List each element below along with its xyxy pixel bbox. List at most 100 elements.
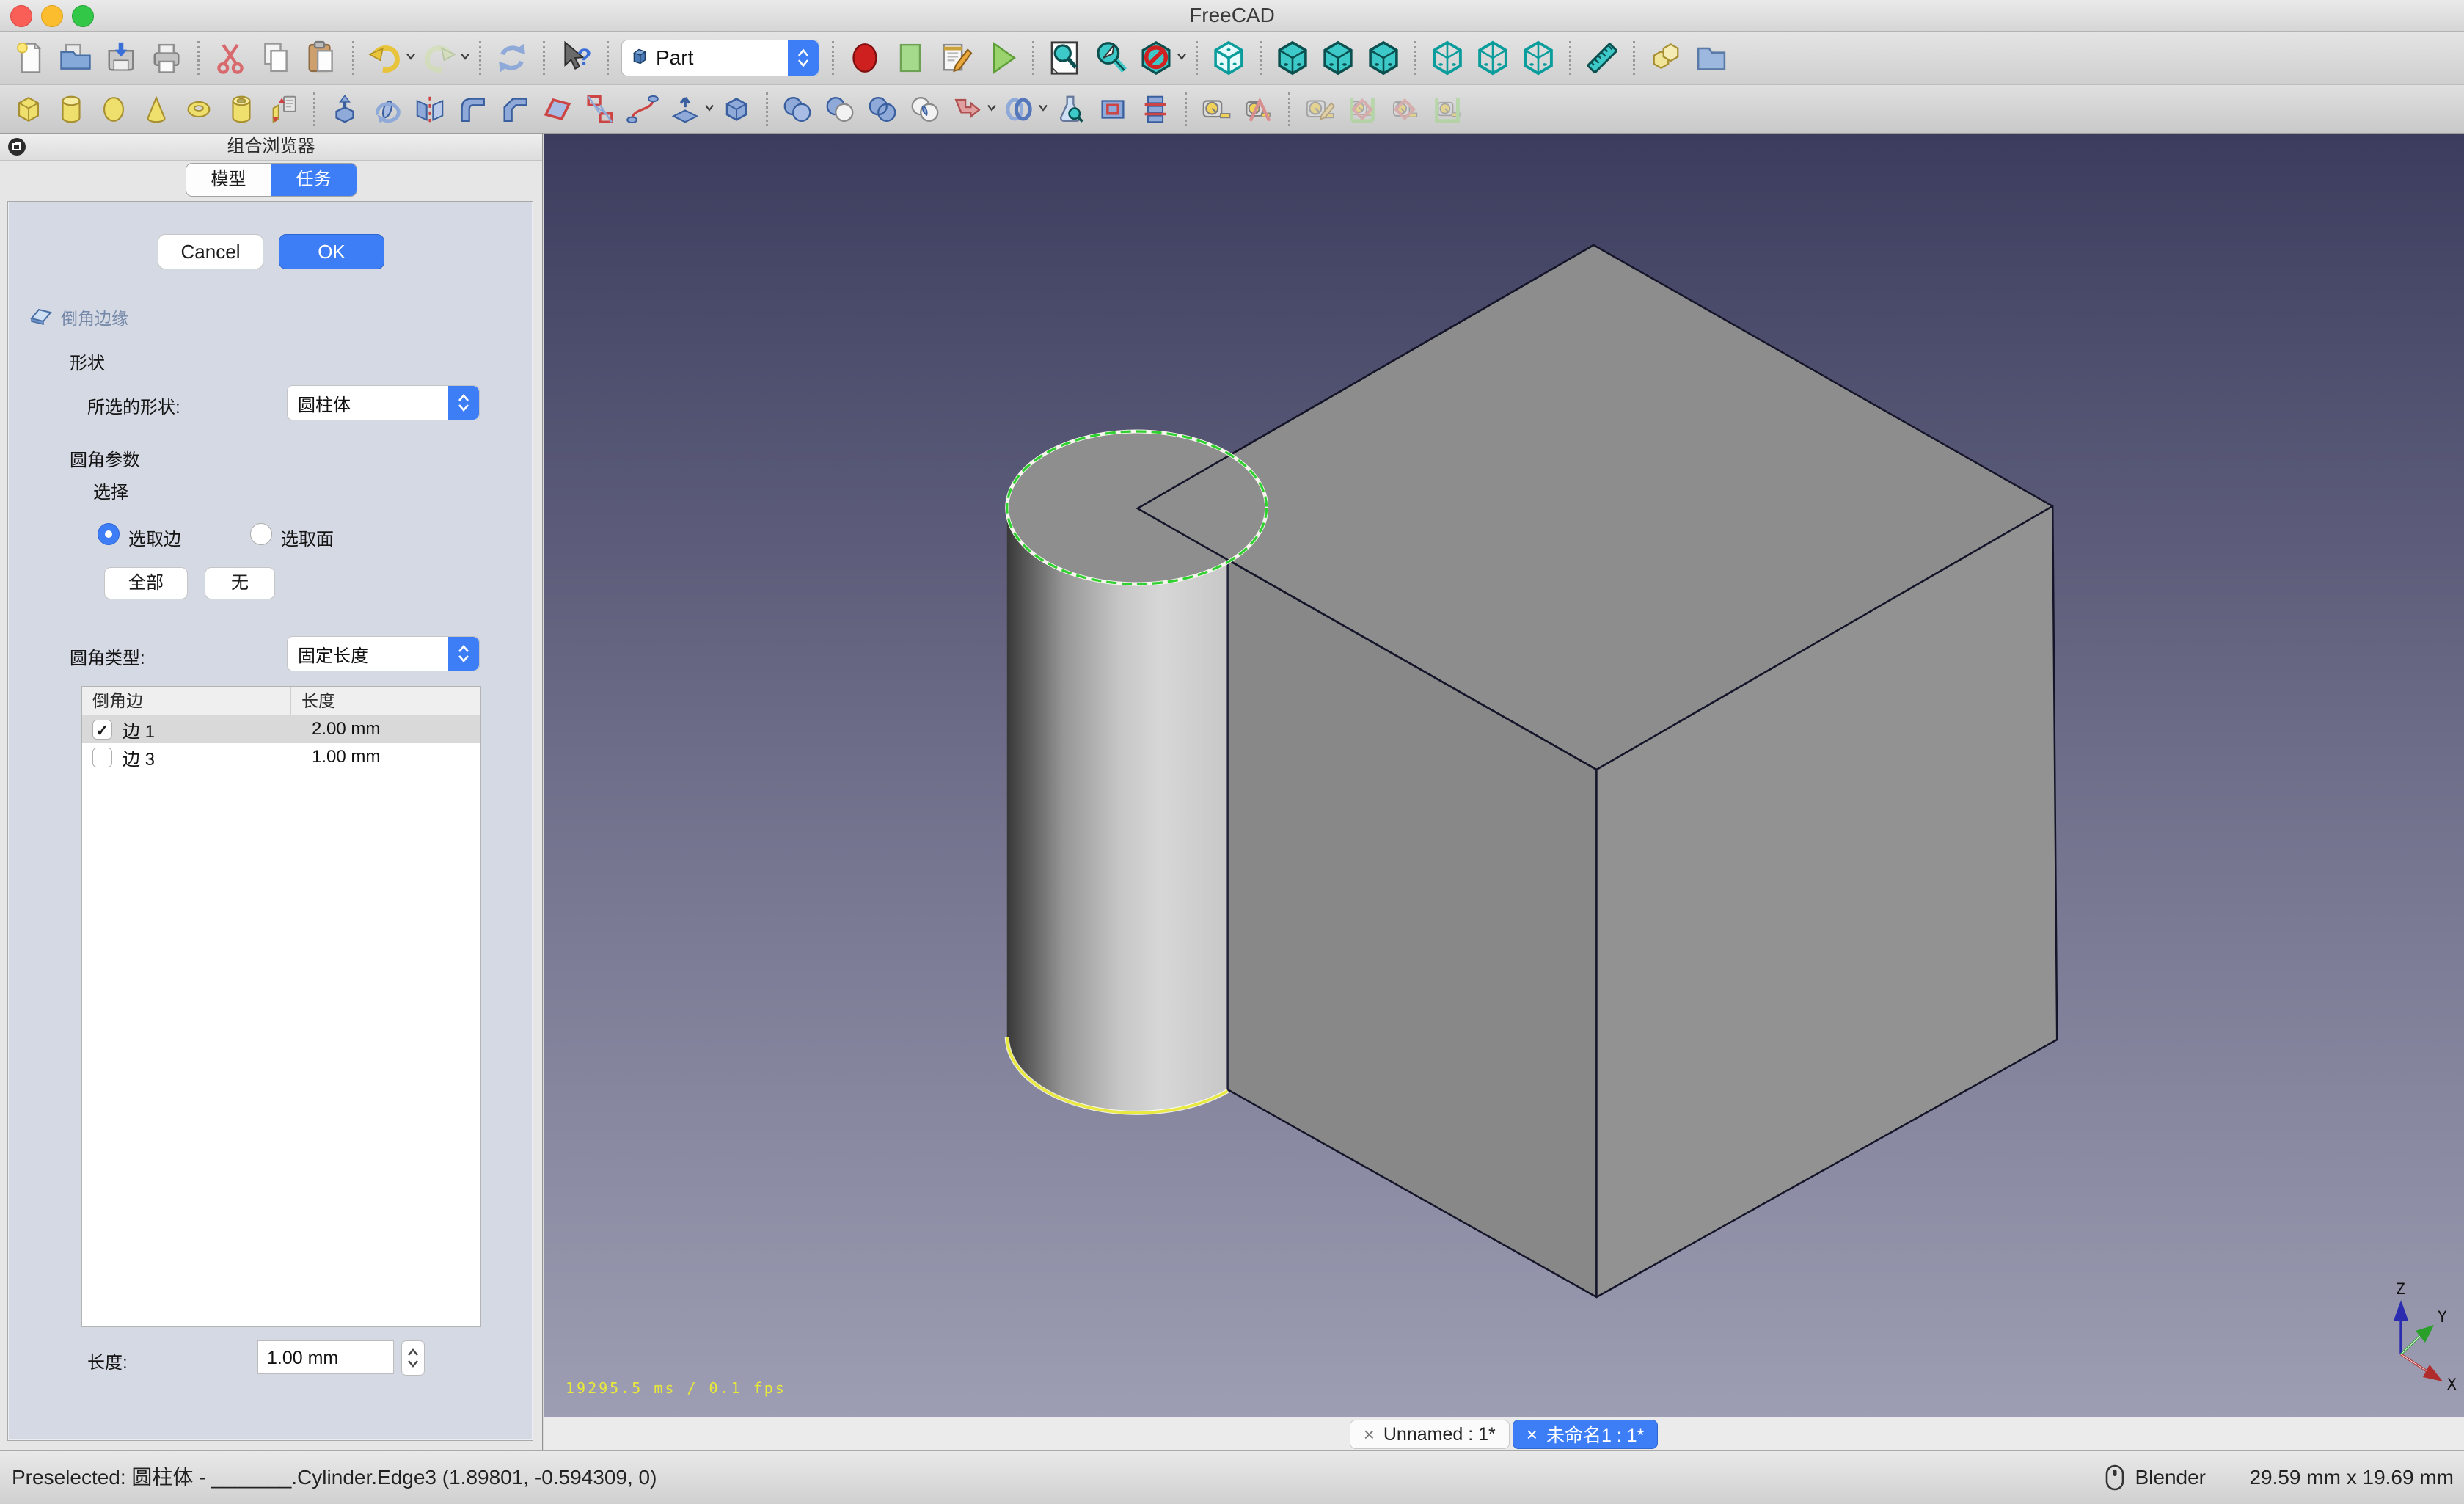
open-document-button[interactable] [53,35,98,81]
document-tab-2[interactable]: ×未命名1 : 1* [1513,1420,1659,1449]
table-row[interactable]: 边 31.00 mm [82,743,480,771]
thickness-button[interactable] [715,88,758,131]
primitive-torus-button[interactable] [178,88,220,131]
select-edges-radio[interactable] [98,523,120,545]
measure-linear-button[interactable] [1195,88,1238,131]
measure-toggle-3d-button[interactable] [1383,88,1426,131]
table-row[interactable]: ✓边 12.00 mm [82,715,480,743]
chamfer-icon [29,305,54,329]
navigation-style[interactable]: Blender [2105,1451,2206,1504]
copy-button[interactable] [253,35,299,81]
primitive-cone-button[interactable] [135,88,178,131]
undock-panel-icon[interactable] [7,137,26,156]
create-tube-button[interactable] [220,88,263,131]
3d-viewport[interactable]: Z Y X 19295.5 ms / 0.1 fps ×Unnamed : 1*… [544,134,2464,1451]
column-header-edge: 倒角边 [82,687,291,715]
view-left-icon [1519,39,1557,77]
length-stepper[interactable] [401,1340,425,1376]
view-rear-button[interactable] [1425,35,1470,81]
macro-edit-button[interactable] [933,35,979,81]
undo-icon [366,39,404,77]
sweep-button[interactable] [621,88,664,131]
cut-button[interactable] [208,35,253,81]
undo-button[interactable] [362,35,408,81]
cancel-button[interactable]: Cancel [158,234,263,269]
measure-toggle-delta-button[interactable] [1426,88,1469,131]
draw-style-button[interactable] [1133,35,1179,81]
view-bottom-button[interactable] [1470,35,1516,81]
measure-annotation-button[interactable] [1298,88,1341,131]
offset-menu-chevron-icon[interactable] [703,103,715,116]
join-features-button[interactable] [946,88,989,131]
selected-shape-dropdown[interactable]: 圆柱体 [287,385,480,420]
split-features-menu-chevron-icon[interactable] [1037,103,1049,116]
panel-tab-tasks[interactable]: 任务 [271,164,357,196]
measure-angular-button[interactable] [1238,88,1280,131]
close-tab-icon[interactable]: × [1527,1423,1538,1446]
offset-button[interactable] [664,88,706,131]
redo-button[interactable] [417,35,462,81]
create-primitives-button[interactable] [263,88,305,131]
chamfer-button[interactable] [494,88,536,131]
new-document-button[interactable] [7,35,53,81]
refresh-button[interactable] [489,35,535,81]
close-tab-icon[interactable]: × [1364,1423,1375,1446]
document-tab-1[interactable]: ×Unnamed : 1* [1350,1420,1510,1449]
edge-length-cell[interactable]: 1.00 mm [301,747,480,767]
defeaturing-button[interactable] [1092,88,1134,131]
view-left-button[interactable] [1516,35,1561,81]
undo-menu-chevron-icon[interactable] [405,51,417,65]
save-document-button[interactable] [98,35,144,81]
edge-checkbox[interactable]: ✓ [92,720,112,740]
make-face-from-wires-button[interactable] [536,88,579,131]
view-front-button[interactable] [1270,35,1315,81]
split-features-button[interactable] [998,88,1040,131]
select-faces-radio[interactable] [250,523,272,545]
cross-sections-button[interactable] [1134,88,1177,131]
loft-button[interactable] [579,88,621,131]
length-input[interactable]: 1.00 mm [257,1340,394,1374]
dropdown-chevrons-icon [448,637,479,671]
macro-record-button[interactable] [842,35,888,81]
fillet-type-dropdown[interactable]: 固定长度 [287,636,480,671]
whats-this-button[interactable]: ? [553,35,599,81]
draw-style-menu-chevron-icon[interactable] [1176,51,1188,65]
paste-button[interactable] [299,35,344,81]
primitive-cylinder-button[interactable] [50,88,92,131]
primitive-sphere-button[interactable] [92,88,135,131]
fillet-button[interactable] [451,88,494,131]
cylinder-body[interactable] [1007,508,1228,1113]
view-isometric-button[interactable] [1206,35,1251,81]
revolve-button[interactable] [366,88,409,131]
macro-stop-button[interactable] [888,35,933,81]
edge-length-cell[interactable]: 2.00 mm [301,719,480,740]
boolean-cut-button[interactable] [819,88,861,131]
select-all-button[interactable]: 全部 [104,567,188,599]
view-top-button[interactable] [1315,35,1361,81]
create-group-button[interactable] [1689,35,1734,81]
check-geometry-button[interactable] [1049,88,1092,131]
chamfer-edges-table[interactable]: 倒角边 长度 ✓边 12.00 mm边 31.00 mm [81,686,481,1327]
boolean-intersection-button[interactable] [904,88,946,131]
zoom-to-selection-button[interactable] [1088,35,1133,81]
create-part-button[interactable] [1643,35,1689,81]
measure-toggle-all-button[interactable] [1341,88,1383,131]
extrude-button[interactable] [323,88,366,131]
edge-checkbox[interactable] [92,748,112,767]
print-document-button[interactable] [144,35,189,81]
ok-button[interactable]: OK [279,234,384,269]
panel-tab-model[interactable]: 模型 [186,164,271,196]
workbench-selector-dropdown[interactable]: Part [621,40,819,76]
primitive-box-button[interactable] [7,88,50,131]
3d-scene[interactable]: Z Y X [544,134,2464,1417]
select-none-button[interactable]: 无 [205,567,275,599]
measure-distance-button[interactable] [1579,35,1625,81]
boolean-button[interactable] [776,88,819,131]
fillet-icon [456,92,489,126]
join-features-menu-chevron-icon[interactable] [986,103,998,116]
mirror-button[interactable] [409,88,451,131]
view-right-button[interactable] [1361,35,1406,81]
macro-execute-button[interactable] [979,35,1024,81]
boolean-union-button[interactable] [861,88,904,131]
fit-all-button[interactable] [1042,35,1088,81]
